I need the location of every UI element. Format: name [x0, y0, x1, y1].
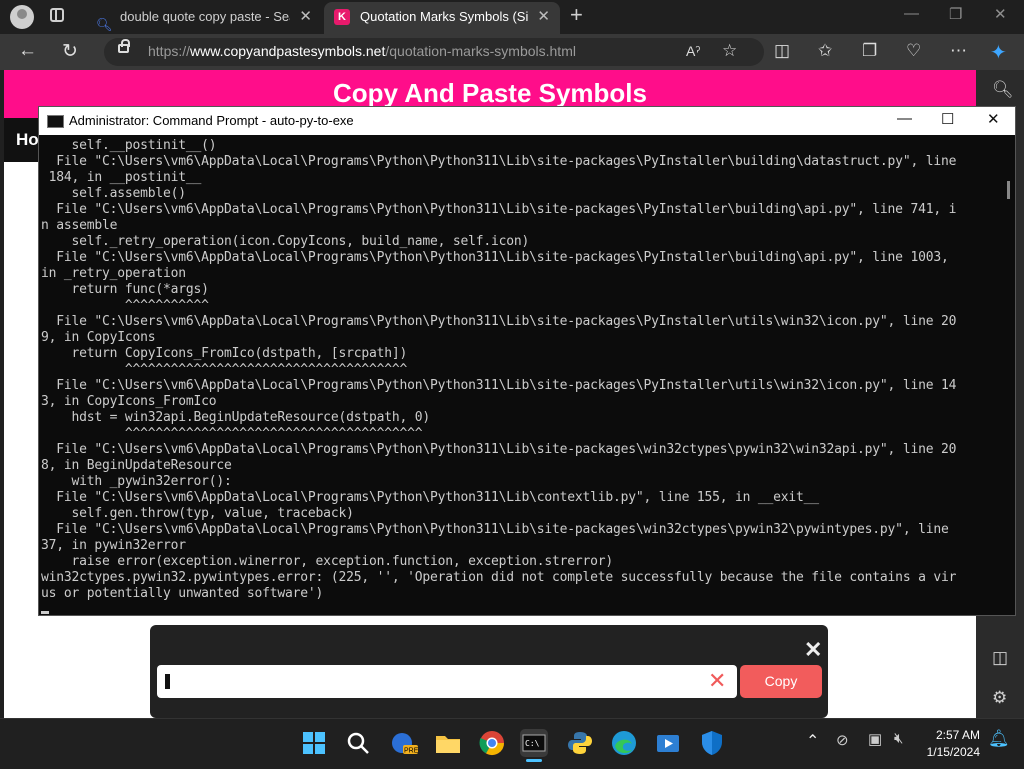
copy-text-input[interactable]: ✕: [157, 665, 737, 698]
site-title[interactable]: Copy And Paste Symbols: [4, 78, 976, 109]
close-window-icon[interactable]: ✕: [994, 5, 1007, 23]
console-line: self.__postinit__(): [41, 138, 217, 153]
console-line: in _retry_operation: [41, 266, 186, 281]
display-icon[interactable]: ▣: [868, 730, 882, 748]
svg-text:C:\: C:\: [525, 739, 540, 748]
copilot-icon[interactable]: ✦: [990, 40, 1007, 65]
lock-icon[interactable]: [118, 39, 130, 53]
console-line: File "C:\Users\vm6\AppData\Local\Program…: [41, 154, 957, 169]
more-menu-icon[interactable]: ⋯: [950, 41, 967, 61]
python-icon[interactable]: [566, 729, 594, 757]
nav-home-link[interactable]: Ho: [4, 118, 42, 162]
sidebar-search-icon[interactable]: 🔍︎: [992, 80, 1014, 100]
network-icon[interactable]: ⊘: [836, 731, 849, 749]
mouse-pointer-icon: [7, 516, 23, 534]
console-line: File "C:\Users\vm6\AppData\Local\Program…: [41, 202, 957, 217]
edge-icon[interactable]: [610, 729, 638, 757]
terminal-icon[interactable]: C:\: [520, 729, 548, 757]
sidebar-layout-icon[interactable]: ◫: [992, 648, 1008, 668]
restore-icon[interactable]: ❐: [949, 5, 962, 23]
console-line: ^^^^^^^^^^^: [41, 298, 209, 313]
cmd-scroll-thumb[interactable]: [1007, 181, 1010, 199]
taskbar: PRE C:\ ⌃ ⊘ ▣ 🔇︎ 2:57 AM 1/15/2024 🔔︎: [0, 718, 1024, 769]
console-output[interactable]: self.__postinit__() File "C:\Users\vm6\A…: [39, 135, 999, 615]
back-arrow-icon[interactable]: ←: [18, 40, 37, 62]
text-caret: [165, 674, 170, 689]
console-line: File "C:\Users\vm6\AppData\Local\Program…: [41, 490, 819, 505]
refresh-icon[interactable]: ↻: [62, 40, 78, 63]
chrome-icon[interactable]: [478, 729, 506, 757]
notification-bell-icon[interactable]: 🔔︎: [988, 729, 1010, 749]
profile-avatar-icon[interactable]: [10, 5, 34, 29]
cmd-titlebar[interactable]: Administrator: Command Prompt - auto-py-…: [39, 107, 1015, 135]
console-line: File "C:\Users\vm6\AppData\Local\Program…: [41, 442, 957, 457]
console-line: self._retry_operation(icon.CopyIcons, bu…: [41, 234, 530, 249]
favorite-star-icon[interactable]: ☆: [722, 41, 737, 61]
tab-search[interactable]: 🔍︎ double quote copy paste - Searc ✕: [84, 2, 322, 34]
tab-label: double quote copy paste - Searc: [120, 9, 290, 24]
tab-close-icon[interactable]: ✕: [537, 2, 550, 32]
clock-date[interactable]: 1/15/2024: [918, 745, 980, 759]
console-line: ^^^^^^^^^^^^^^^^^^^^^^^^^^^^^^^^^^^^^^^: [41, 426, 423, 441]
console-line: us or potentially unwanted software'): [41, 586, 324, 601]
tab-label: Quotation Marks Symbols (Simpl: [360, 9, 528, 24]
cmd-app-icon: [47, 115, 64, 128]
collections-icon[interactable]: ❐: [862, 41, 877, 61]
console-line: raise error(exception.winerror, exceptio…: [41, 554, 614, 569]
command-prompt-window[interactable]: Administrator: Command Prompt - auto-py-…: [38, 106, 1016, 616]
console-line: 184, in __postinit__: [41, 170, 202, 185]
defender-icon[interactable]: [698, 729, 726, 757]
copy-button[interactable]: Copy: [740, 665, 822, 698]
media-icon[interactable]: [654, 729, 682, 757]
console-line: ^^^^^^^^^^^^^^^^^^^^^^^^^^^^^^^^^^^^^: [41, 362, 408, 377]
minimize-icon[interactable]: —: [904, 5, 919, 22]
tab-quotation-marks[interactable]: K Quotation Marks Symbols (Simpl ✕: [324, 2, 560, 34]
sidebar-settings-icon[interactable]: ⚙: [992, 688, 1007, 708]
console-line: with _pywin32error():: [41, 474, 232, 489]
cmd-title: Administrator: Command Prompt - auto-py-…: [69, 113, 354, 128]
clock-time[interactable]: 2:57 AM: [918, 728, 980, 742]
new-tab-button[interactable]: +: [570, 2, 583, 28]
console-line: 37, in pywin32error: [41, 538, 186, 553]
clear-input-icon[interactable]: ✕: [708, 668, 726, 694]
browser-essentials-icon[interactable]: ♡: [906, 41, 921, 61]
windows-start-icon[interactable]: [300, 729, 328, 757]
console-cursor: [41, 611, 49, 614]
site-favicon-icon: K: [334, 9, 350, 25]
console-line: self.gen.throw(typ, value, traceback): [41, 506, 354, 521]
console-line: win32ctypes.pywin32.pywintypes.error: (2…: [41, 570, 957, 585]
console-line: self.assemble(): [41, 186, 187, 201]
console-line: File "C:\Users\vm6\AppData\Local\Program…: [41, 314, 957, 329]
console-line: hdst = win32api.BeginUpdateResource(dstp…: [41, 410, 431, 425]
svg-text:PRE: PRE: [404, 748, 418, 755]
cmd-minimize-icon[interactable]: —: [897, 110, 912, 127]
cmd-scrollbar[interactable]: [1003, 135, 1015, 615]
cmd-close-icon[interactable]: ✕: [987, 110, 1000, 128]
copy-bar: ✕ ✕ Copy: [150, 625, 828, 718]
read-aloud-icon[interactable]: Aˀ: [686, 43, 700, 59]
browser-tab-strip: 🔍︎ double quote copy paste - Searc ✕ K Q…: [0, 0, 1024, 34]
folder-pre-icon[interactable]: PRE: [390, 729, 419, 757]
copybar-close-icon[interactable]: ✕: [804, 637, 822, 663]
tab-actions-icon[interactable]: [50, 8, 64, 22]
tray-chevron-icon[interactable]: ⌃: [806, 731, 819, 751]
favorites-icon[interactable]: ✩: [818, 41, 832, 61]
volume-muted-icon[interactable]: 🔇︎: [894, 730, 903, 747]
console-line: return CopyIcons_FromIco(dstpath, [srcpa…: [41, 346, 408, 361]
file-explorer-icon[interactable]: [434, 729, 462, 757]
split-screen-icon[interactable]: ◫: [774, 41, 790, 61]
tab-close-icon[interactable]: ✕: [299, 2, 312, 32]
console-line: File "C:\Users\vm6\AppData\Local\Program…: [41, 378, 957, 393]
console-line: 8, in BeginUpdateResource: [41, 458, 232, 473]
active-app-indicator: [526, 759, 542, 762]
console-line: File "C:\Users\vm6\AppData\Local\Program…: [41, 522, 949, 537]
console-line: 3, in CopyIcons_FromIco: [41, 394, 217, 409]
url-text[interactable]: https://www.copyandpastesymbols.net/quot…: [148, 43, 576, 59]
cmd-maximize-icon[interactable]: ☐: [941, 110, 954, 128]
search-icon[interactable]: [344, 729, 372, 757]
console-line: n assemble: [41, 218, 118, 233]
console-line: File "C:\Users\vm6\AppData\Local\Program…: [41, 250, 949, 265]
console-line: 9, in CopyIcons: [41, 330, 156, 345]
console-line: return func(*args): [41, 282, 209, 297]
